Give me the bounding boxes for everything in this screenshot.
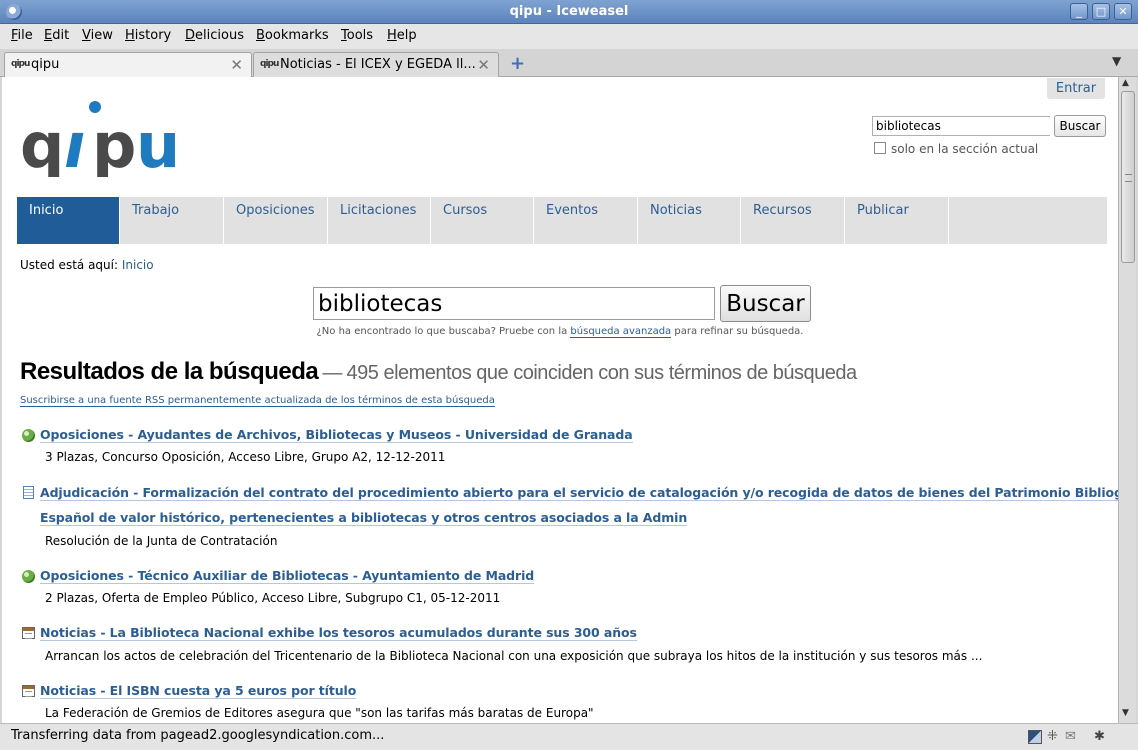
result-description: 3 Plazas, Concurso Oposición, Acceso Lib… xyxy=(45,450,446,464)
mail-icon[interactable]: ✉ xyxy=(1065,730,1079,744)
current-section-checkbox[interactable] xyxy=(874,142,886,154)
page-style-icon[interactable] xyxy=(1028,730,1042,744)
hint-text: para refinar su búsqueda. xyxy=(674,326,804,337)
menu-file[interactable]: File xyxy=(11,28,33,43)
result-description: Arrancan los actos de celebración del Tr… xyxy=(45,649,983,663)
nav-licitaciones[interactable]: Licitaciones xyxy=(328,197,431,244)
menu-bookmarks[interactable]: Bookmarks xyxy=(256,28,329,43)
login-link[interactable]: Entrar xyxy=(1047,78,1105,99)
nav-eventos[interactable]: Eventos xyxy=(534,197,638,244)
results-count: 495 elementos que coinciden con sus térm… xyxy=(346,362,858,384)
breadcrumb-prefix: Usted está aquí: xyxy=(20,258,119,272)
result-title-link[interactable]: Noticias - El ISBN cuesta ya 5 euros por… xyxy=(40,683,356,699)
new-tab-plus-icon[interactable]: + xyxy=(510,53,525,74)
result-title-link[interactable]: Noticias - La Biblioteca Nacional exhibe… xyxy=(40,625,637,641)
scrollbar-grip-icon xyxy=(1125,174,1132,182)
news-icon xyxy=(22,627,35,639)
news-icon xyxy=(22,685,35,697)
scrollbar-thumb[interactable] xyxy=(1121,91,1135,263)
main-search-button[interactable]: Buscar xyxy=(720,285,811,322)
nav-publicar[interactable]: Publicar xyxy=(845,197,949,244)
svg-text:q: q xyxy=(20,109,62,177)
window-title: qipu - Iceweasel xyxy=(509,4,629,19)
results-dash: — xyxy=(322,362,343,384)
menu-view[interactable]: View xyxy=(82,28,113,43)
nav-cursos[interactable]: Cursos xyxy=(431,197,534,244)
result-title-link[interactable]: Adjudicación - Formalización del contrat… xyxy=(40,485,1118,501)
vertical-scrollbar[interactable]: ▲ ▼ xyxy=(1118,77,1136,723)
tab-noticias[interactable]: qipu Noticias - El ICEX y EGEDA ll... ✕ xyxy=(253,52,499,77)
qipu-logo[interactable]: q ı p u xyxy=(20,97,190,177)
tab-qipu[interactable]: qipu qipu ✕ xyxy=(4,52,252,78)
result-description: 2 Plazas, Oferta de Empleo Público, Acce… xyxy=(45,591,501,605)
nav-recursos[interactable]: Recursos xyxy=(741,197,845,244)
nav-oposiciones[interactable]: Oposiciones xyxy=(224,197,328,244)
scroll-up-arrow-icon[interactable]: ▲ xyxy=(1122,78,1129,88)
status-text: Transferring data from pagead2.googlesyn… xyxy=(11,728,385,743)
minimize-button[interactable]: _ xyxy=(1070,3,1088,20)
tab-close-icon[interactable]: ✕ xyxy=(477,56,490,74)
result-title-link[interactable]: Oposiciones - Ayudantes de Archivos, Bib… xyxy=(40,427,633,443)
nav-noticias[interactable]: Noticias xyxy=(638,197,741,244)
qipu-favicon-icon: qipu xyxy=(260,59,279,69)
qipu-favicon-icon: qipu xyxy=(11,59,30,69)
tab-label: Noticias - El ICEX y EGEDA ll... xyxy=(280,57,476,72)
svg-text:u: u xyxy=(136,109,178,177)
hint-text: ¿No ha encontrado lo que buscaba? Pruebe… xyxy=(316,326,568,337)
main-search-input[interactable] xyxy=(313,287,715,320)
tab-close-icon[interactable]: ✕ xyxy=(230,56,243,74)
window-titlebar: qipu - Iceweasel _ □ ✕ xyxy=(0,0,1138,24)
globe-icon xyxy=(22,570,35,583)
page-content: Entrar q ı p u Buscar solo en la sección… xyxy=(2,77,1118,723)
bug-icon[interactable]: ✱ xyxy=(1094,730,1108,744)
result-title-link-continued[interactable]: Español de valor histórico, pertenecient… xyxy=(40,510,687,526)
breadcrumb-home-link[interactable]: Inicio xyxy=(122,258,154,272)
document-icon xyxy=(23,486,34,499)
close-window-button[interactable]: ✕ xyxy=(1114,3,1132,20)
menu-edit[interactable]: Edit xyxy=(44,28,69,43)
menu-bar: File Edit View History Delicious Bookmar… xyxy=(0,24,1138,49)
scroll-down-arrow-icon[interactable]: ▼ xyxy=(1122,708,1129,718)
menu-help[interactable]: Help xyxy=(387,28,417,43)
rss-subscribe-link[interactable]: Suscribirse a una fuente RSS permanentem… xyxy=(20,395,495,407)
current-section-label: solo en la sección actual xyxy=(891,142,1039,156)
results-title: Resultados de la búsqueda xyxy=(20,358,319,385)
nav-inicio[interactable]: Inicio xyxy=(17,197,120,244)
menu-tools[interactable]: Tools xyxy=(341,28,373,43)
tab-bar: qipu qipu ✕ qipu Noticias - El ICEX y EG… xyxy=(0,49,1138,78)
main-nav: Inicio Trabajo Oposiciones Licitaciones … xyxy=(17,197,1107,244)
menu-delicious[interactable]: Delicious xyxy=(185,28,244,43)
result-description: La Federación de Gremios de Editores ase… xyxy=(45,706,594,720)
tab-label: qipu xyxy=(31,57,60,72)
result-title-link[interactable]: Oposiciones - Técnico Auxiliar de Biblio… xyxy=(40,568,534,584)
status-bar: Transferring data from pagead2.googlesyn… xyxy=(0,723,1138,750)
svg-text:ı: ı xyxy=(64,109,85,177)
maximize-button[interactable]: □ xyxy=(1092,3,1110,20)
globe-icon xyxy=(22,429,35,442)
header-search-button[interactable]: Buscar xyxy=(1054,115,1106,137)
breadcrumb: Usted está aquí: Inicio xyxy=(20,258,154,272)
result-description: Resolución de la Junta de Contratación xyxy=(45,534,278,548)
results-heading: Resultados de la búsqueda — 495 elemento… xyxy=(20,358,857,386)
nav-trabajo[interactable]: Trabajo xyxy=(120,197,224,244)
advanced-search-link[interactable]: búsqueda avanzada xyxy=(570,326,672,338)
search-hint: ¿No ha encontrado lo que buscaba? Pruebe… xyxy=(2,326,1118,338)
svg-text:p: p xyxy=(92,109,134,177)
network-icon[interactable]: ⁜ xyxy=(1047,730,1061,744)
tab-list-chevron-down-icon[interactable]: ▼ xyxy=(1112,54,1121,68)
header-search-input[interactable] xyxy=(872,116,1050,136)
menu-history[interactable]: History xyxy=(125,28,171,43)
